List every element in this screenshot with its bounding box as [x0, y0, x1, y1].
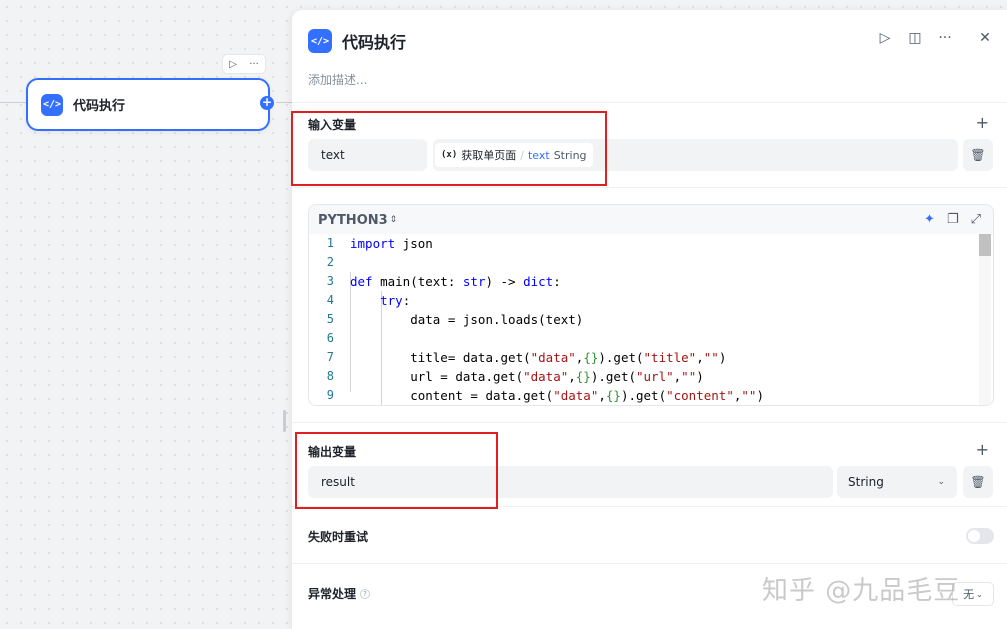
line-number: 5: [326, 312, 334, 326]
code-exec-node[interactable]: </> 代码执行: [26, 78, 270, 131]
divider: [292, 102, 1007, 103]
code-icon: </>: [308, 29, 332, 53]
retry-label: 失败时重试: [308, 530, 369, 544]
output-type-value: String: [848, 475, 884, 489]
code-icon: </>: [41, 93, 63, 116]
description-input[interactable]: 添加描述...: [308, 71, 367, 88]
split-view-icon[interactable]: ◫: [907, 30, 923, 46]
trash-icon: 🗑: [970, 475, 986, 489]
exception-value: 无: [963, 588, 975, 601]
language-selector[interactable]: PYTHON3: [318, 213, 388, 228]
line-number: 9: [326, 388, 334, 402]
watermark: 知乎 @九品毛豆: [762, 576, 961, 606]
delete-input-button[interactable]: 🗑: [963, 139, 993, 171]
run-icon[interactable]: ▷: [877, 30, 893, 46]
divider: [292, 422, 1007, 423]
code-editor: PYTHON3 ⇕ ✦ ❐ ⤢ 1 2 3 4 5 6 7 8 9 import: [308, 204, 994, 406]
close-icon[interactable]: ✕: [977, 30, 993, 46]
divider: [292, 563, 1007, 564]
panel-actions: ▷ ◫ ··· ✕: [877, 30, 993, 46]
line-gutter: 1 2 3 4 5 6 7 8 9: [309, 234, 342, 405]
code-lines: import json def main(text: str) -> dict: …: [350, 234, 977, 405]
line-number: 8: [326, 369, 334, 383]
node-title: 代码执行: [73, 99, 126, 114]
line-number: 7: [326, 350, 334, 364]
chevron-down-icon: ⌄: [937, 477, 945, 487]
line-number: 3: [326, 274, 334, 288]
code-line: def main(text: str) -> dict:: [350, 274, 561, 289]
line-number: 4: [326, 293, 334, 307]
code-line: content = data.get("data",{}).get("conte…: [350, 388, 764, 403]
panel-title[interactable]: 代码执行: [342, 29, 406, 53]
code-line: data = json.loads(text): [350, 312, 584, 327]
code-scrollbar[interactable]: [979, 234, 991, 405]
editor-tools: ✦ ❐ ⤢: [924, 212, 981, 227]
add-input-icon[interactable]: +: [976, 113, 989, 132]
retry-toggle[interactable]: [966, 528, 994, 544]
ai-sparkle-icon[interactable]: ✦: [924, 212, 935, 227]
code-line: url = data.get("data",{}).get("url",""): [350, 369, 704, 384]
add-output-icon[interactable]: +: [976, 440, 989, 459]
copy-icon[interactable]: ❐: [947, 212, 959, 227]
help-icon[interactable]: ?: [360, 588, 371, 599]
divider: [292, 187, 1007, 188]
panel-resize-handle[interactable]: [283, 410, 286, 432]
line-number: 6: [326, 331, 334, 345]
line-number: 2: [326, 255, 334, 269]
editor-header: PYTHON3 ⇕ ✦ ❐ ⤢: [309, 205, 993, 235]
output-highlight-box: [295, 432, 498, 509]
exception-label-row: 异常处理 ?: [308, 585, 371, 602]
line-number: 1: [326, 236, 334, 250]
exception-label: 异常处理: [308, 587, 357, 601]
node-toolbar: ▷ ···: [222, 54, 266, 74]
code-line: import json: [350, 236, 433, 251]
edge-in: [0, 102, 26, 103]
add-node-icon[interactable]: +: [260, 96, 274, 110]
scroll-thumb[interactable]: [979, 234, 991, 256]
input-highlight-box: [291, 111, 607, 186]
more-icon[interactable]: ···: [937, 30, 953, 46]
more-icon[interactable]: ···: [249, 59, 259, 70]
expand-icon[interactable]: ⤢: [971, 212, 981, 227]
output-type-select[interactable]: String ⌄: [837, 466, 957, 498]
node-config-panel: </> 代码执行 ▷ ◫ ··· ✕ 添加描述... 输入变量 + text (…: [292, 10, 1007, 629]
code-line: title= data.get("data",{}).get("title","…: [350, 350, 727, 365]
code-area[interactable]: 1 2 3 4 5 6 7 8 9 import json def main(te…: [309, 234, 993, 405]
delete-output-button[interactable]: 🗑: [963, 466, 993, 498]
chevron-down-icon: ⌄: [976, 589, 983, 599]
code-line: try:: [380, 293, 411, 308]
trash-icon: 🗑: [970, 148, 986, 162]
language-switch-icon[interactable]: ⇕: [390, 215, 398, 225]
run-node-icon[interactable]: ▷: [229, 59, 237, 70]
